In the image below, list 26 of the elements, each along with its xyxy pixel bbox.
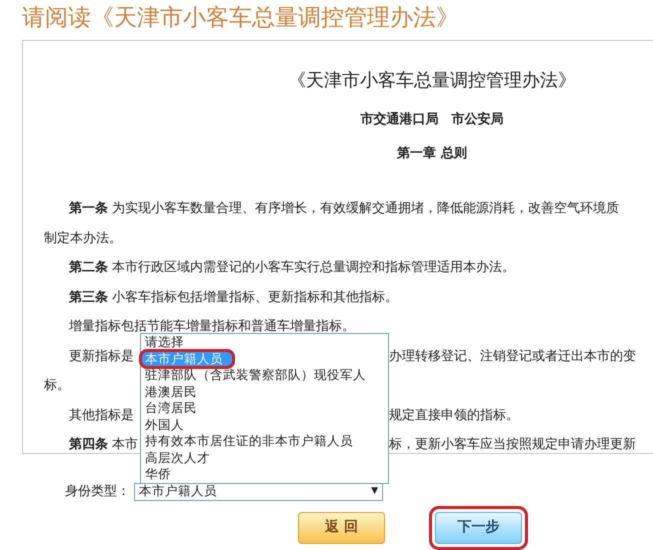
article-text: 办理转移登记、注销登记或者迁出本市的变: [389, 348, 636, 366]
caret-icon: ▼: [371, 485, 378, 498]
dropdown-option[interactable]: 台湾居民: [141, 400, 388, 416]
page-title: 请阅读《天津市小客车总量调控管理办法》: [21, 4, 460, 33]
chapter-heading: 第一章 总则: [396, 144, 468, 162]
article-text: 规定直接申领的指标。: [389, 406, 519, 424]
dropdown-option[interactable]: 高层次人才: [141, 450, 388, 466]
article-text: 第一条 为实现小客车数量合理、有序增长，有效缓解交通拥堵，降低能源消耗，改善空气环境质: [69, 200, 620, 218]
dropdown-option[interactable]: 华侨: [141, 466, 388, 482]
article-text: 第四条 本市: [69, 436, 138, 454]
article-text: 第二条 本市行政区域内需登记的小客车实行总量调控和指标管理适用本办法。: [69, 259, 516, 277]
article-text: 制定本办法。: [44, 230, 122, 248]
article-text: 标，更新小客车应当按照规定申请办理更新: [389, 436, 636, 454]
dropdown-option[interactable]: 港澳居民: [141, 384, 388, 400]
dropdown-option[interactable]: 持有效本市居住证的非本市户籍人员: [141, 433, 388, 450]
dropdown-option[interactable]: 驻津部队（含武装警察部队）现役军人: [141, 367, 388, 384]
article-text: 第三条 小客车指标包括增量指标、更新指标和其他指标。: [69, 288, 398, 306]
article-text: 其他指标是: [69, 406, 134, 424]
article-text: 更新指标是: [69, 348, 134, 366]
issuer-line: 市交通港口局 市公安局: [360, 110, 504, 129]
document-title: 《天津市小客车总量调控管理办法》: [287, 69, 577, 93]
article-text: 标。: [44, 377, 70, 395]
dropdown-option[interactable]: 请选择: [141, 334, 388, 350]
dropdown-option[interactable]: 外国人: [141, 416, 388, 433]
back-button[interactable]: 返 回: [298, 512, 385, 544]
field-label: 身份类型：: [65, 483, 130, 501]
